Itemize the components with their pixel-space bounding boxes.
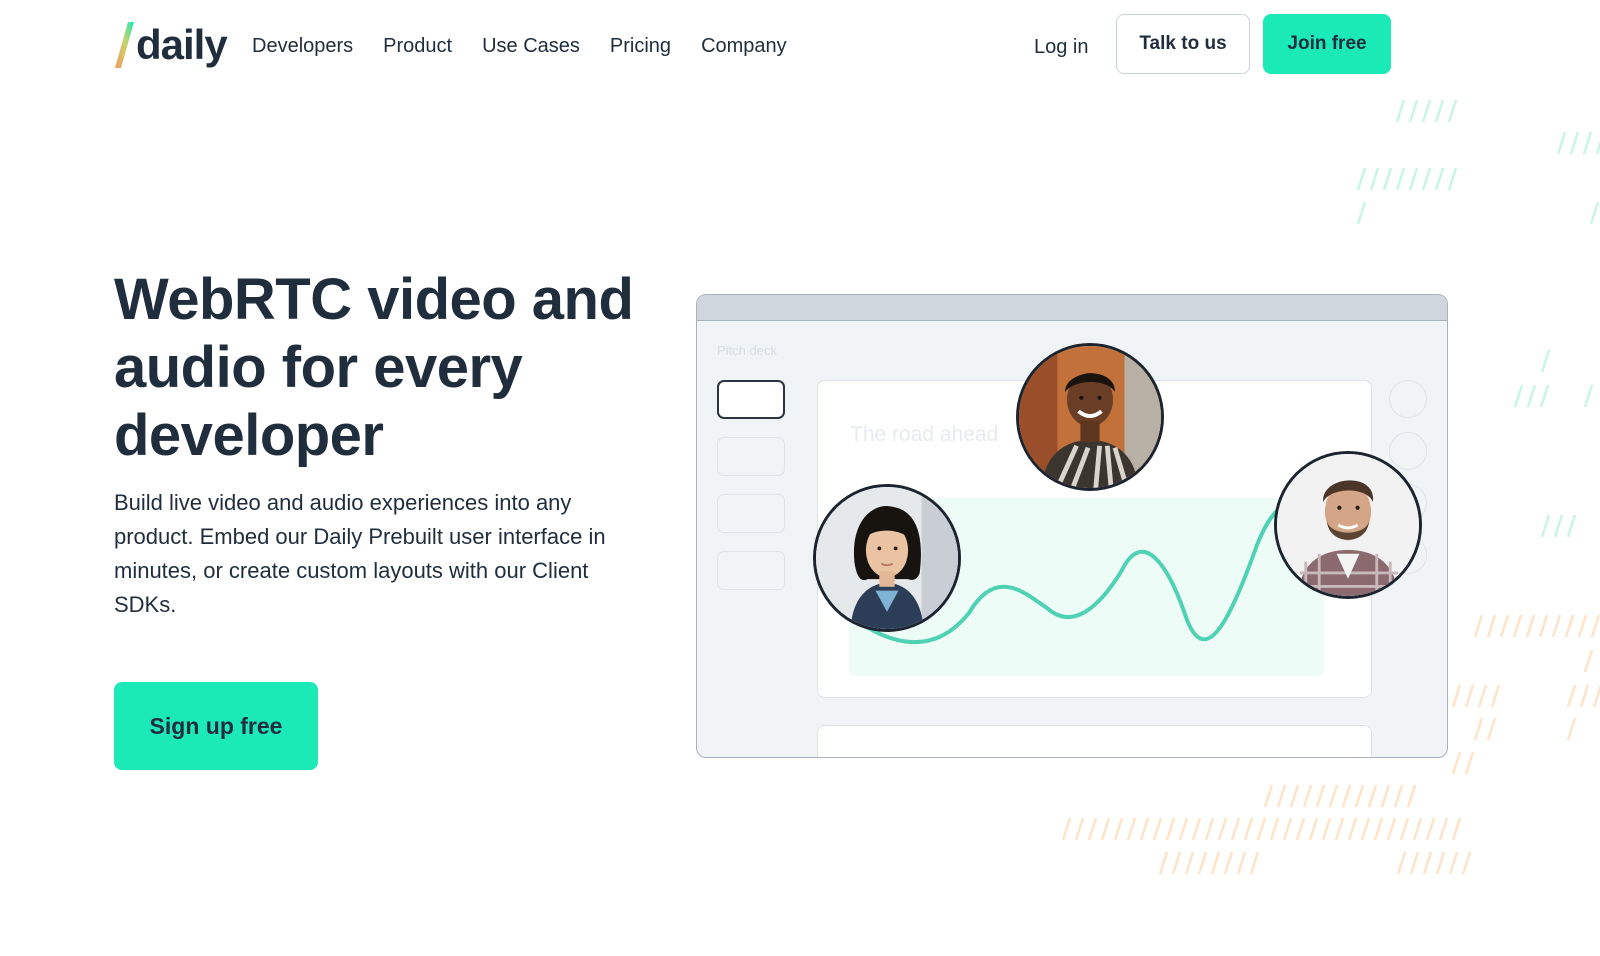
hero-title: WebRTC video and audio for every develop… <box>114 267 634 468</box>
login-link[interactable]: Log in <box>1034 33 1089 61</box>
person-portrait-icon <box>1277 454 1419 596</box>
daily-logo[interactable]: daily <box>114 20 228 70</box>
participant-avatar-left <box>813 484 961 632</box>
person-portrait-icon <box>816 487 958 629</box>
hero-subtitle: Build live video and audio experiences i… <box>114 490 606 617</box>
participant-avatar-top <box>1016 343 1164 491</box>
participant-avatar-right <box>1274 451 1422 599</box>
logo-wordmark: daily <box>136 21 228 68</box>
nav-pricing[interactable]: Pricing <box>610 32 671 60</box>
nav-use-cases[interactable]: Use Cases <box>482 32 580 60</box>
nav-developers[interactable]: Developers <box>252 32 353 60</box>
main-nav: Developers Product Use Cases Pricing Com… <box>252 32 817 60</box>
nav-product[interactable]: Product <box>383 32 452 60</box>
join-free-button[interactable]: Join free <box>1263 14 1391 74</box>
logo-slash-icon <box>115 22 134 68</box>
talk-to-us-button[interactable]: Talk to us <box>1116 14 1250 74</box>
sign-up-free-button[interactable]: Sign up free <box>114 682 318 770</box>
nav-company[interactable]: Company <box>701 32 787 60</box>
person-portrait-icon <box>1019 346 1161 488</box>
